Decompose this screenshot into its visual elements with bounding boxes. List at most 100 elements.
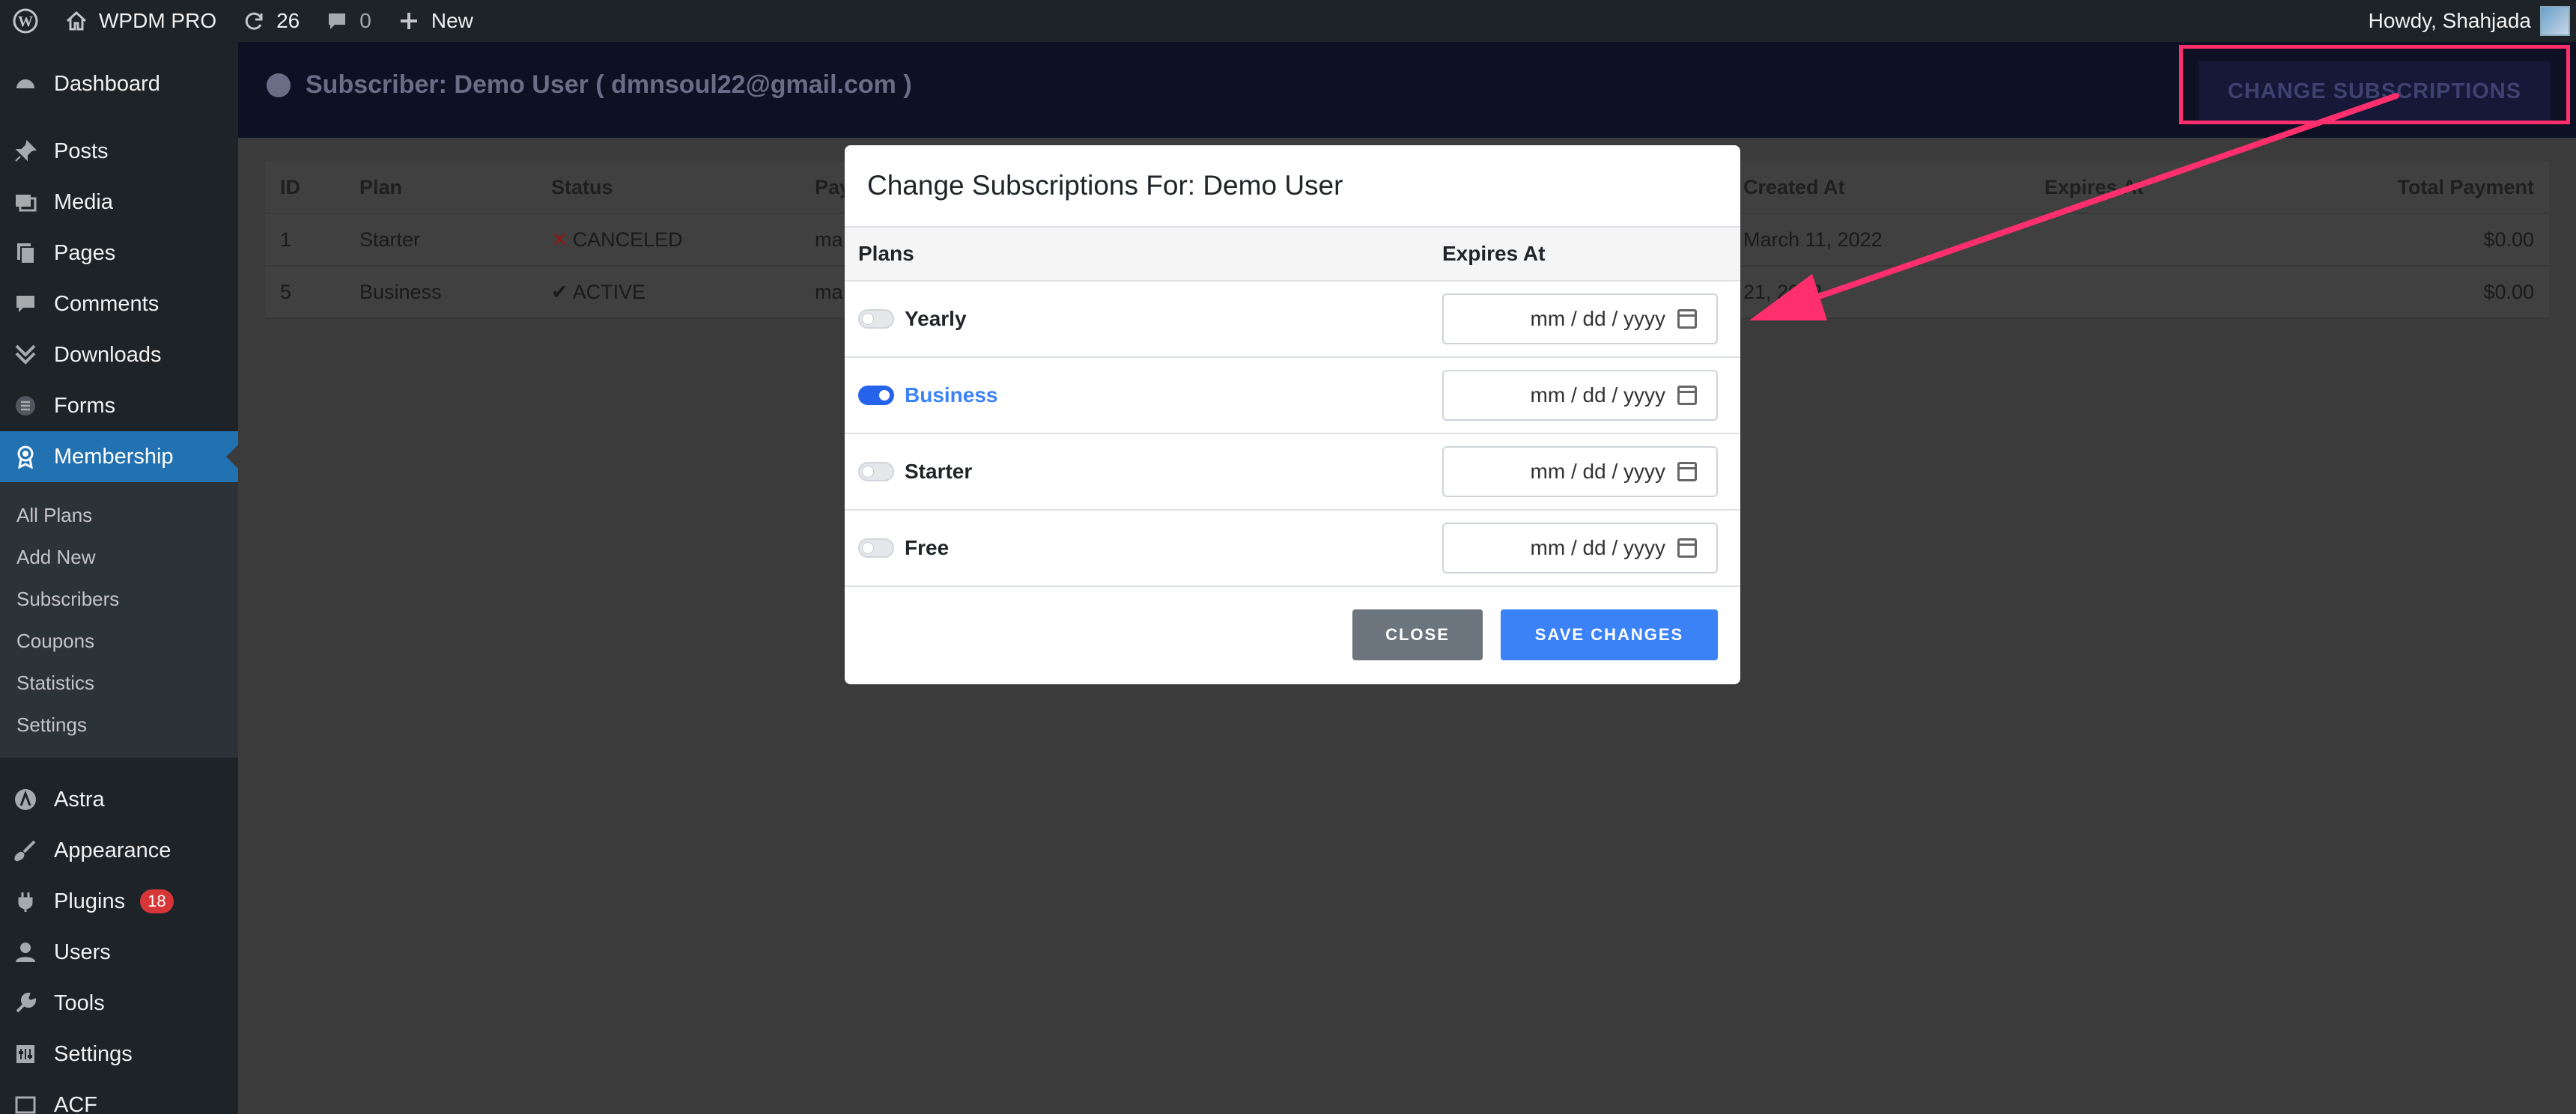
expires-column-header: Expires At	[1442, 242, 1546, 265]
expires-cell: mm / dd / yyyy	[1439, 523, 1740, 573]
canceled-icon: ✕	[551, 228, 568, 251]
plan-cell: Free	[845, 536, 1439, 560]
annotation-highlight-box	[2179, 45, 2570, 124]
plan-row-free: Free mm / dd / yyyy	[845, 511, 1740, 587]
plus-icon	[395, 7, 422, 34]
site-name-link[interactable]: WPDM PRO	[51, 0, 228, 42]
admin-sidebar: Dashboard Posts Media Pages Comments Dow…	[0, 42, 238, 1114]
modal-title: Change Subscriptions For: Demo User	[845, 145, 1740, 228]
cell-created: March 11, 2022	[1743, 228, 1883, 251]
change-subscriptions-modal: Change Subscriptions For: Demo User Plan…	[845, 145, 1740, 684]
plan-toggle-free[interactable]	[858, 538, 894, 558]
comments-link[interactable]: 0	[312, 0, 383, 42]
forms-icon	[12, 392, 39, 419]
wordpress-logo[interactable]: W	[0, 0, 51, 42]
menu-label: Users	[54, 940, 111, 964]
expires-cell: mm / dd / yyyy	[1439, 370, 1740, 421]
cell-total: $0.00	[2483, 280, 2534, 303]
pin-icon	[12, 138, 39, 165]
brush-icon	[12, 837, 39, 864]
calendar-icon[interactable]	[1677, 386, 1697, 405]
expires-cell: mm / dd / yyyy	[1439, 293, 1740, 344]
status-text: CANCELED	[572, 228, 683, 251]
col-id: ID	[280, 175, 300, 198]
menu-label: Plugins	[54, 889, 126, 913]
menu-item-forms[interactable]: Forms	[0, 380, 238, 431]
date-placeholder: mm / dd / yyyy	[1530, 383, 1665, 407]
menu-item-pages[interactable]: Pages	[0, 228, 238, 278]
subscriber-heading: Subscriber: Demo User ( dmnsoul22@gmail.…	[267, 70, 912, 100]
modal-footer: CLOSE SAVE CHANGES	[845, 587, 1740, 683]
new-content-link[interactable]: New	[383, 0, 485, 42]
col-expires: Expires At	[2044, 175, 2144, 198]
save-changes-button[interactable]: SAVE CHANGES	[1501, 609, 1718, 660]
close-button[interactable]: CLOSE	[1352, 609, 1483, 660]
col-created: Created At	[1743, 175, 1845, 198]
submenu-coupons[interactable]: Coupons	[0, 620, 238, 662]
updates-count: 26	[276, 9, 300, 32]
acf-icon	[12, 1092, 39, 1114]
menu-item-membership[interactable]: Membership	[0, 431, 238, 482]
menu-label: Tools	[54, 990, 105, 1015]
submenu-settings[interactable]: Settings	[0, 704, 238, 746]
calendar-icon[interactable]	[1677, 309, 1697, 329]
avatar	[2540, 6, 2570, 36]
menu-label: Dashboard	[54, 71, 160, 96]
dashboard-icon	[12, 70, 39, 97]
plan-name: Business	[905, 383, 998, 407]
menu-item-settings[interactable]: Settings	[0, 1029, 238, 1080]
settings-icon	[12, 1041, 39, 1068]
modal-table-header: Plans Expires At	[845, 228, 1740, 281]
expires-date-input[interactable]: mm / dd / yyyy	[1442, 293, 1718, 344]
astra-icon	[12, 786, 39, 813]
menu-item-comments[interactable]: Comments	[0, 278, 238, 329]
menu-item-users[interactable]: Users	[0, 927, 238, 978]
submenu-all-plans[interactable]: All Plans	[0, 494, 238, 536]
expires-date-input[interactable]: mm / dd / yyyy	[1442, 523, 1718, 573]
check-icon: ✔	[551, 280, 568, 303]
cell-plan: Starter	[359, 228, 421, 251]
col-status: Status	[551, 175, 613, 198]
user-circle-icon	[267, 73, 291, 97]
plan-toggle-starter[interactable]	[858, 462, 894, 481]
menu-label: Forms	[54, 393, 116, 418]
comment-icon	[12, 290, 39, 317]
plan-toggle-business[interactable]	[858, 386, 894, 405]
cell-status: ✔ ACTIVE	[536, 281, 800, 304]
menu-item-acf[interactable]: ACF	[0, 1080, 238, 1114]
pages-icon	[12, 240, 39, 267]
expires-date-input[interactable]: mm / dd / yyyy	[1442, 370, 1718, 421]
cell-created: 21, 2022	[1743, 280, 1823, 303]
expires-date-input[interactable]: mm / dd / yyyy	[1442, 446, 1718, 497]
plan-cell: Business	[845, 383, 1439, 407]
menu-label: Appearance	[54, 838, 171, 862]
subscriber-header: Subscriber: Demo User ( dmnsoul22@gmail.…	[238, 42, 2576, 138]
account-menu[interactable]: Howdy, Shahjada	[2369, 0, 2576, 42]
menu-item-media[interactable]: Media	[0, 177, 238, 228]
plan-name: Yearly	[905, 307, 967, 330]
comments-count: 0	[359, 9, 371, 32]
calendar-icon[interactable]	[1677, 462, 1697, 481]
plan-toggle-yearly[interactable]	[858, 309, 894, 329]
submenu-add-new[interactable]: Add New	[0, 536, 238, 578]
menu-item-posts[interactable]: Posts	[0, 126, 238, 177]
updates-link[interactable]: 26	[228, 0, 312, 42]
plan-cell: Starter	[845, 460, 1439, 484]
plans-column-header: Plans	[858, 242, 914, 265]
download-icon	[12, 341, 39, 368]
submenu-statistics[interactable]: Statistics	[0, 662, 238, 704]
menu-label: ACF	[54, 1092, 97, 1114]
menu-item-tools[interactable]: Tools	[0, 978, 238, 1029]
menu-item-downloads[interactable]: Downloads	[0, 329, 238, 380]
menu-item-dashboard[interactable]: Dashboard	[0, 58, 238, 109]
howdy-text: Howdy, Shahjada	[2368, 9, 2531, 32]
col-total: Total Payment	[2397, 175, 2534, 198]
calendar-icon[interactable]	[1677, 538, 1697, 558]
home-icon	[63, 7, 90, 34]
refresh-icon	[240, 7, 267, 34]
menu-item-astra[interactable]: Astra	[0, 774, 238, 825]
submenu-subscribers[interactable]: Subscribers	[0, 578, 238, 620]
menu-item-appearance[interactable]: Appearance	[0, 825, 238, 876]
cell-id: 5	[280, 280, 292, 303]
menu-item-plugins[interactable]: Plugins 18	[0, 876, 238, 927]
